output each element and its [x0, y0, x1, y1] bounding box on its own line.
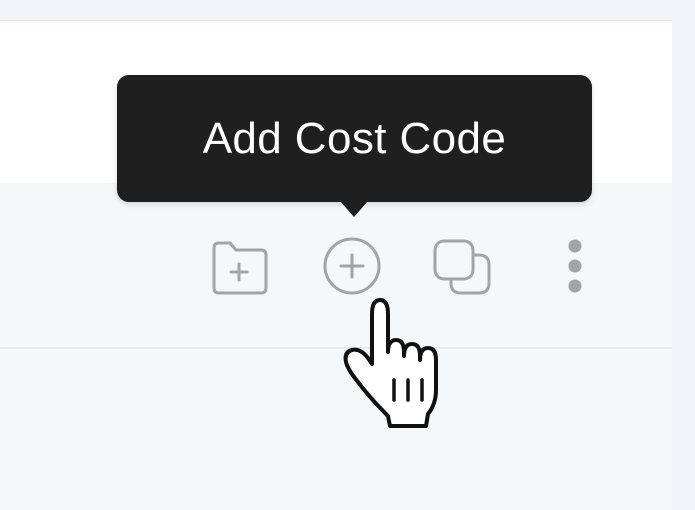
tooltip: Add Cost Code — [117, 75, 592, 202]
copy-icon — [431, 235, 493, 297]
tooltip-arrow — [340, 201, 368, 217]
folder-plus-icon — [208, 235, 270, 297]
add-cost-code-button[interactable] — [321, 235, 383, 297]
more-vertical-icon — [544, 235, 606, 297]
plus-circle-icon — [321, 235, 383, 297]
tooltip-text: Add Cost Code — [202, 113, 507, 163]
bottom-panel — [0, 349, 672, 510]
page: Add Cost Code — [0, 0, 695, 510]
more-options-button[interactable] — [544, 235, 606, 297]
duplicate-button[interactable] — [431, 235, 493, 297]
add-folder-button[interactable] — [208, 235, 270, 297]
right-gutter — [672, 0, 695, 510]
